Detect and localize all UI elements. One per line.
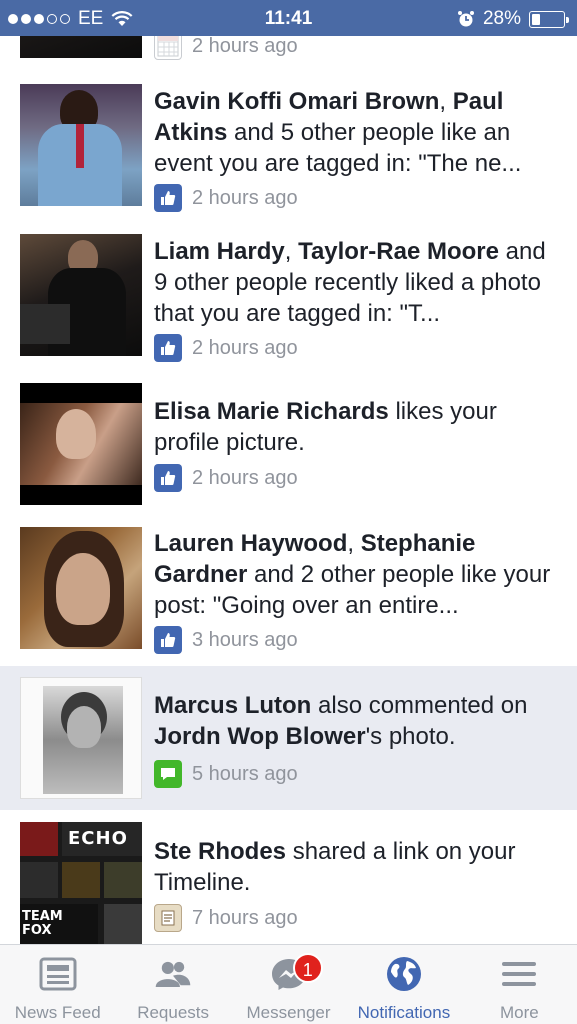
notification-text: Ste Rhodes shared a link on your Timelin…	[154, 836, 563, 898]
collage-team-fox-logo: TEAM FOX	[22, 909, 63, 938]
shared-link-icon	[154, 904, 182, 932]
menu-icon	[500, 957, 538, 991]
notification-text: Elisa Marie Richards likes your profile …	[154, 396, 563, 458]
tab-requests[interactable]: Requests	[115, 945, 230, 1024]
notification-text: Marcus Luton also commented on Jordn Wop…	[154, 690, 563, 752]
notification-actor-name[interactable]: Elisa Marie Richards	[154, 398, 389, 425]
notification-text-segment: ,	[284, 238, 299, 265]
battery-level	[532, 13, 541, 25]
notification-time: 2 hours ago	[192, 186, 298, 209]
tab-label: Notifications	[357, 1003, 451, 1022]
notification-time: 2 hours ago	[192, 36, 298, 57]
like-icon	[154, 464, 182, 492]
notification-thumbnail	[20, 527, 142, 649]
status-bar: EE 11:41 28%	[0, 0, 577, 36]
notification-thumbnail	[20, 84, 142, 206]
notification-meta: 5 hours ago	[154, 760, 298, 788]
notification-item[interactable]: Gavin Koffi Omari Brown, Paul Atkins and…	[0, 68, 577, 218]
like-icon	[154, 184, 182, 212]
tab-notifications[interactable]: Notifications	[346, 945, 461, 1024]
notification-actor-name[interactable]: Taylor-Rae Moore	[298, 238, 499, 265]
notification-meta: 2 hours ago	[154, 334, 298, 362]
notification-time: 3 hours ago	[192, 628, 298, 651]
notification-actor-name[interactable]: Marcus Luton	[154, 692, 311, 719]
notification-actor-name[interactable]: Ste Rhodes	[154, 838, 286, 865]
notification-text-segment: 's photo.	[365, 723, 456, 750]
notifications-list[interactable]: 2 hours ago Gavin Koffi Omari Brown, Pau…	[0, 36, 577, 944]
notification-text: Lauren Haywood, Stephanie Gardner and 2 …	[154, 528, 563, 621]
notification-meta: 2 hours ago	[154, 464, 298, 492]
notification-time: 5 hours ago	[192, 762, 298, 785]
tab-messenger[interactable]: 1 Messenger	[231, 945, 346, 1024]
notification-time: 2 hours ago	[192, 336, 298, 359]
battery-icon	[529, 10, 569, 28]
notification-text: Gavin Koffi Omari Brown, Paul Atkins and…	[154, 86, 563, 179]
tab-label: More	[499, 1003, 539, 1022]
collage-echo-logo: ECHO	[68, 828, 128, 849]
notification-thumbnail	[20, 234, 142, 356]
notification-item-unread[interactable]: Marcus Luton also commented on Jordn Wop…	[0, 666, 577, 810]
notification-text: Liam Hardy, Taylor-Rae Moore and 9 other…	[154, 236, 563, 329]
calendar-icon	[154, 36, 182, 60]
globe-icon	[385, 957, 423, 991]
like-icon	[154, 626, 182, 654]
notification-time: 2 hours ago	[192, 466, 298, 489]
notification-item[interactable]: 2 hours ago	[0, 36, 577, 68]
friend-requests-icon	[154, 957, 192, 991]
tab-label: News Feed	[14, 1003, 101, 1022]
alarm-clock-icon	[457, 11, 474, 27]
tab-more[interactable]: More	[462, 945, 577, 1024]
notification-thumbnail	[20, 36, 142, 58]
notification-actor-name[interactable]: Gavin Koffi Omari Brown	[154, 88, 439, 115]
comment-icon	[154, 760, 182, 788]
like-icon	[154, 334, 182, 362]
notification-item[interactable]: Lauren Haywood, Stephanie Gardner and 2 …	[0, 512, 577, 666]
notification-text-segment: ,	[439, 88, 453, 115]
notification-actor-name[interactable]: Lauren Haywood	[154, 530, 347, 557]
notification-item[interactable]: ECHO TEAM FOX Ste Rhodes shared a link o…	[0, 810, 577, 944]
notification-item[interactable]: Elisa Marie Richards likes your profile …	[0, 368, 577, 505]
notification-meta: 3 hours ago	[154, 626, 298, 654]
notification-text-segment: also commented on	[311, 692, 528, 719]
notification-thumbnail	[20, 383, 142, 505]
notification-meta: 2 hours ago	[154, 184, 298, 212]
notification-item[interactable]: Liam Hardy, Taylor-Rae Moore and 9 other…	[0, 218, 577, 368]
notification-meta: 2 hours ago	[154, 36, 298, 60]
battery-percent: 28%	[482, 8, 521, 29]
notification-actor-name[interactable]: Liam Hardy	[154, 238, 285, 265]
notification-thumbnail: ECHO TEAM FOX	[20, 822, 142, 944]
news-feed-icon	[39, 957, 77, 991]
notification-meta: 7 hours ago	[154, 904, 298, 932]
tab-news-feed[interactable]: News Feed	[0, 945, 115, 1024]
notification-actor-name[interactable]: Jordn Wop Blower	[154, 723, 366, 750]
status-right-group: 28%	[457, 8, 569, 30]
bottom-tab-bar: News Feed Requests 1 Messenger Notificat…	[0, 944, 577, 1024]
tab-label: Messenger	[246, 1003, 331, 1022]
unread-badge: 1	[292, 953, 323, 983]
notification-text-segment: ,	[347, 530, 361, 557]
notification-thumbnail	[20, 677, 142, 799]
tab-label: Requests	[137, 1003, 210, 1022]
notification-time: 7 hours ago	[192, 906, 298, 929]
